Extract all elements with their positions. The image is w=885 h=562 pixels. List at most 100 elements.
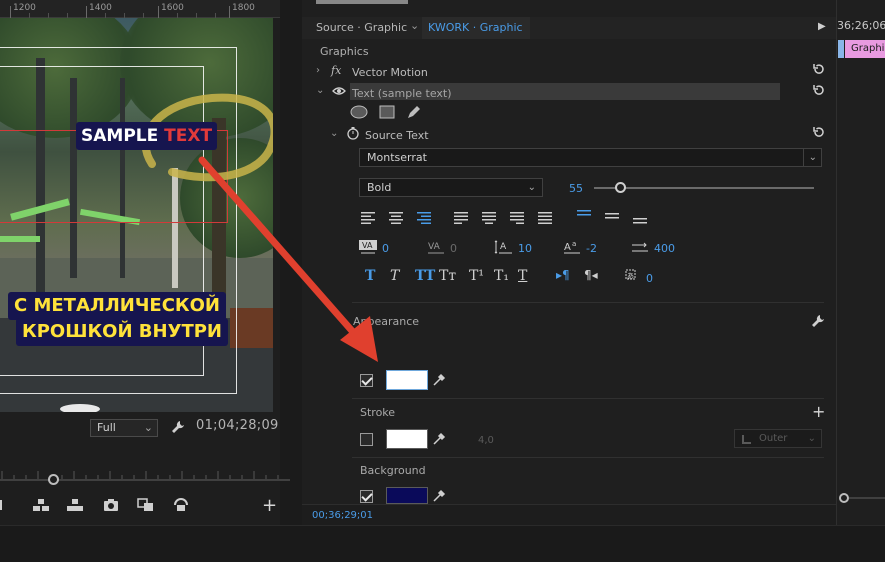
stroke-outer-icon (742, 435, 751, 444)
play-arrow-icon[interactable]: ▶ (818, 21, 826, 32)
chevron-down-icon: ⌄ (527, 182, 536, 193)
stroke-color-swatch[interactable] (386, 429, 428, 449)
vector-motion-label[interactable]: Vector Motion (352, 66, 428, 79)
chevron-down-icon[interactable]: ⌄ (330, 128, 338, 139)
justify-right-icon[interactable] (509, 211, 525, 225)
eye-icon[interactable] (332, 86, 346, 96)
decorative-shape (60, 404, 100, 412)
lift-icon[interactable] (32, 497, 50, 513)
superscript-button[interactable]: T¹ (469, 268, 484, 284)
reset-icon[interactable] (812, 126, 826, 138)
monitor-ruler: 1200 1400 1600 1800 (0, 0, 280, 18)
svg-text:A: A (500, 242, 507, 252)
faux-italic-button[interactable]: T (390, 268, 399, 284)
export-frame-camera-icon[interactable] (102, 497, 120, 513)
wrench-icon[interactable] (170, 419, 186, 435)
justify-left-icon[interactable] (453, 211, 469, 225)
rtl-direction-icon[interactable]: ¶◂ (584, 268, 598, 282)
fill-checkbox[interactable] (360, 374, 373, 387)
font-chevron-box: ⌄ (803, 149, 821, 166)
align-middle-icon[interactable] (604, 209, 620, 223)
graphic-clip[interactable]: Graphic (845, 40, 885, 58)
font-size-slider[interactable] (594, 187, 814, 189)
ruler-tick (10, 6, 11, 18)
title-word-sample: SAMPLE (81, 126, 165, 146)
eyedropper-icon[interactable] (432, 373, 446, 387)
rectangle-mask-icon[interactable] (378, 104, 396, 120)
title-word-text: TEXT (164, 126, 213, 146)
subscript-button[interactable]: T₁ (494, 268, 509, 284)
underline-button[interactable]: T (518, 268, 527, 284)
stroke-width-value[interactable]: 4,0 (478, 435, 494, 446)
tab-width-value[interactable]: 400 (654, 242, 675, 255)
align-center-icon[interactable] (388, 211, 404, 225)
chevron-down-icon[interactable]: ⌄ (410, 19, 419, 32)
panel-timecode[interactable]: 00;36;29;01 (312, 510, 373, 521)
align-bottom-icon[interactable] (632, 212, 648, 226)
eyedropper-icon[interactable] (432, 432, 446, 446)
ltr-direction-icon[interactable]: ▸¶ (556, 268, 570, 282)
background-checkbox[interactable] (360, 490, 373, 503)
reset-icon[interactable] (812, 84, 826, 96)
font-size-value[interactable]: 55 (569, 182, 583, 195)
source-text-label: Source Text (365, 129, 429, 142)
divider (352, 457, 824, 458)
marker-icon[interactable] (0, 497, 10, 513)
scrub-handle[interactable] (48, 474, 59, 485)
font-size-slider-handle[interactable] (614, 182, 626, 193)
layer-name[interactable]: Text (sample text) (352, 87, 452, 100)
chevron-down-icon: ⌄ (143, 421, 153, 434)
tab-kwork-graphic[interactable]: KWORK · Graphic (428, 21, 523, 34)
zoom-level-select[interactable]: Full ⌄ (90, 419, 158, 437)
baseline-shift-value[interactable]: -2 (586, 242, 597, 255)
justify-all-icon[interactable] (537, 211, 553, 225)
align-right-icon[interactable] (416, 211, 432, 225)
comparison-view-icon[interactable] (137, 497, 155, 513)
small-caps-button[interactable]: Tт (439, 268, 456, 284)
scrub-bar[interactable] (0, 479, 290, 481)
pen-mask-icon[interactable] (405, 104, 423, 120)
leading-icon: A (494, 240, 512, 254)
tsume-value[interactable]: 0 (646, 272, 653, 285)
stroke-position-select[interactable]: Outer ⌄ (734, 429, 822, 448)
tab-width-icon (632, 242, 648, 252)
eyedropper-icon[interactable] (432, 489, 446, 503)
background-color-swatch[interactable] (386, 487, 428, 504)
leading-value[interactable]: 10 (518, 242, 532, 255)
stroke-checkbox[interactable] (360, 433, 373, 446)
add-button[interactable]: + (262, 495, 277, 516)
all-caps-button[interactable]: TT (415, 268, 435, 284)
extract-icon[interactable] (66, 497, 84, 513)
chevron-down-icon: ⌄ (808, 152, 817, 163)
ruler-label: 1200 (13, 3, 36, 13)
ruler-tick (86, 6, 87, 18)
section-header-graphics: Graphics (320, 45, 369, 58)
vr-icon[interactable] (172, 497, 190, 513)
chevron-down-icon[interactable]: ⌄ (316, 85, 324, 96)
ellipse-mask-icon[interactable] (350, 104, 368, 120)
ruler-tick (229, 6, 230, 18)
playhead-timecode[interactable]: 01;04;28;09 (196, 418, 279, 433)
divider (352, 398, 824, 399)
tab-source-graphic[interactable]: Source · Graphic (316, 21, 407, 34)
timeline-scrollbar[interactable] (849, 497, 885, 499)
font-family-select[interactable]: Montserrat ⌄ (359, 148, 822, 167)
timeline-timecode: 36;26;06 (837, 19, 885, 32)
ruler-label: 1800 (232, 3, 255, 13)
svg-text:a: a (572, 240, 576, 248)
fill-color-swatch[interactable] (386, 370, 428, 390)
stroke-header: Stroke (360, 406, 396, 419)
reset-icon[interactable] (812, 63, 826, 75)
justify-center-icon[interactable] (481, 211, 497, 225)
tracking-value[interactable]: 0 (450, 242, 457, 255)
timeline-zoom-handle[interactable] (839, 493, 849, 503)
divider (352, 302, 824, 303)
ruler-label: 1600 (161, 3, 184, 13)
clip-in-point (838, 40, 844, 58)
add-stroke-button[interactable]: + (812, 402, 825, 421)
chevron-right-icon[interactable]: › (316, 65, 320, 76)
stopwatch-icon[interactable] (346, 126, 360, 140)
align-top-icon[interactable] (576, 208, 592, 222)
sample-text-title[interactable]: SAMPLE TEXT (76, 122, 218, 150)
wrench-icon[interactable] (810, 313, 826, 329)
